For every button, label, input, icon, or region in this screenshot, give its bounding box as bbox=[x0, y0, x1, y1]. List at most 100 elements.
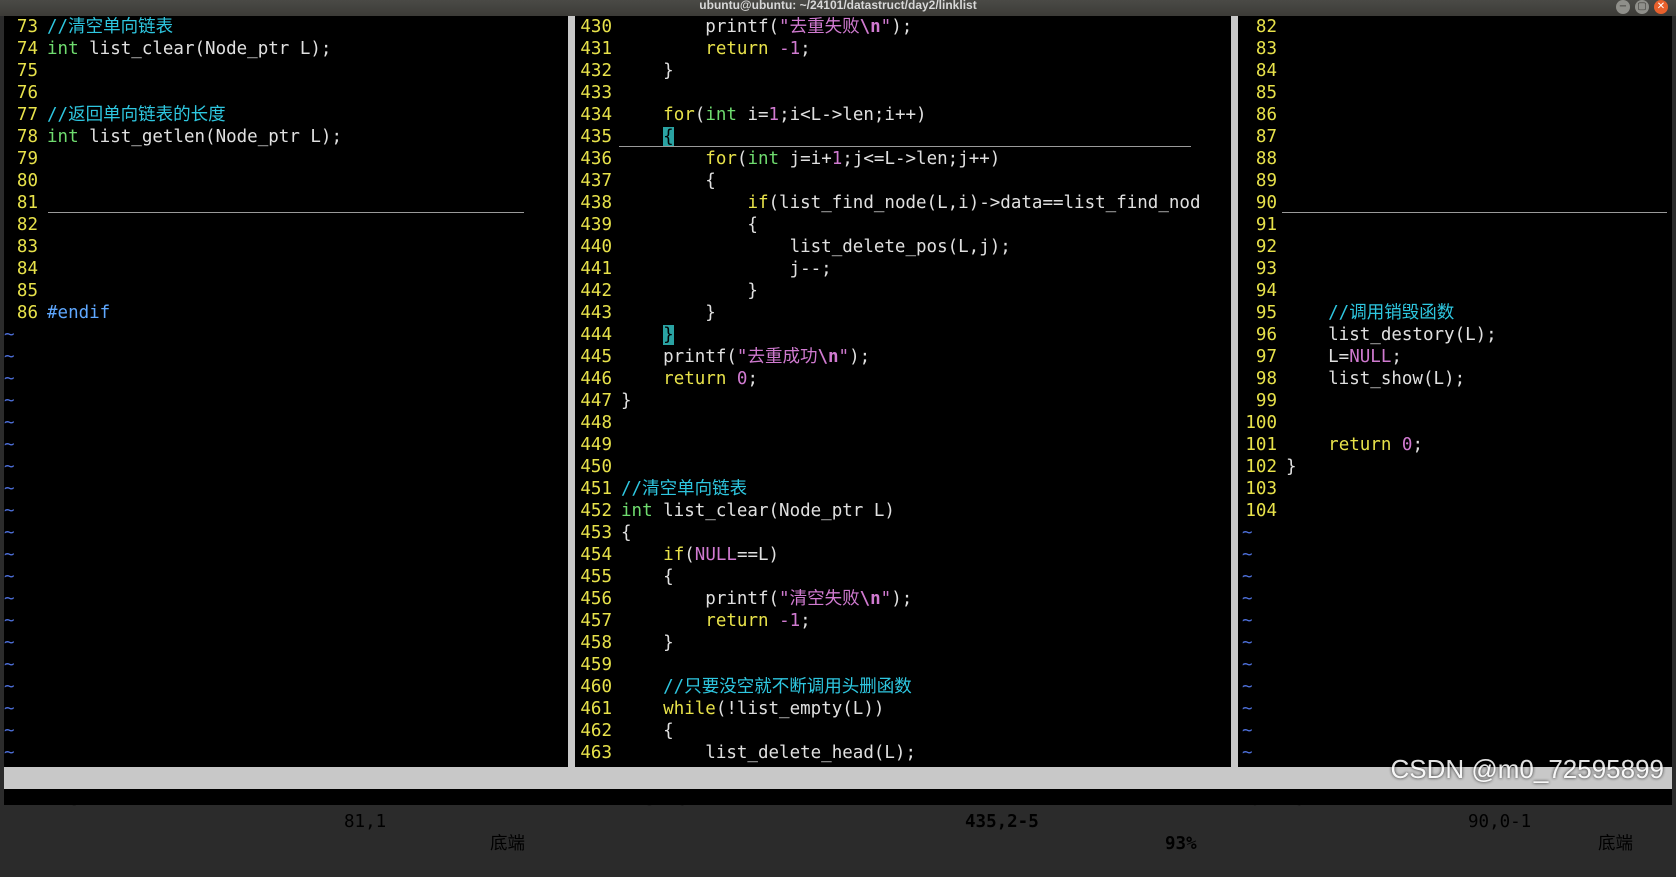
code-line[interactable]: 97 L=NULL; bbox=[1242, 346, 1402, 368]
code-line[interactable]: 452 int list_clear(Node_ptr L) bbox=[579, 500, 895, 522]
code-line[interactable]: 460 //只要没空就不断调用头删函数 bbox=[579, 676, 911, 698]
code-line[interactable]: 73 //清空单向链表 bbox=[4, 16, 173, 38]
line-number: 447 bbox=[580, 391, 612, 411]
empty-buffer-tilde: ~ bbox=[4, 545, 15, 565]
code-line[interactable]: 103 bbox=[1242, 478, 1286, 500]
code-line[interactable]: 94 bbox=[1242, 280, 1286, 302]
code-line[interactable]: 86 #endif bbox=[4, 302, 110, 324]
code-line[interactable]: 440 list_delete_pos(L,j); bbox=[579, 236, 1010, 258]
empty-buffer-tilde: ~ bbox=[4, 743, 15, 763]
code-line[interactable]: 80 bbox=[4, 170, 47, 192]
code-line[interactable]: 437 { bbox=[579, 170, 715, 192]
code-line[interactable]: 96 list_destory(L); bbox=[1242, 324, 1497, 346]
code-line[interactable]: 454 if(NULL==L) bbox=[579, 544, 779, 566]
minimize-button[interactable]: − bbox=[1616, 0, 1630, 14]
empty-buffer-tilde: ~ bbox=[4, 413, 15, 433]
code-line[interactable]: 76 bbox=[4, 82, 47, 104]
code-line[interactable]: 456 printf("清空失败\n"); bbox=[579, 588, 912, 610]
code-line[interactable]: 104 bbox=[1242, 500, 1286, 522]
status-cursor-position: 90,0-1 bbox=[1468, 812, 1532, 832]
editor-pane-main-c[interactable]: 82 83 84 85 86 87 88 89 90 91 92 93 94 95 //调用销毁函数 96 … bbox=[1242, 16, 1667, 767]
code-line[interactable]: 441 j--; bbox=[579, 258, 831, 280]
code-line[interactable]: 439 { bbox=[579, 214, 758, 236]
code-line[interactable]: 95 //调用销毁函数 bbox=[1242, 302, 1454, 324]
code-line[interactable]: 448 bbox=[579, 412, 621, 434]
matched-brace: { bbox=[663, 127, 674, 147]
code-line[interactable]: 92 bbox=[1242, 236, 1286, 258]
code-line[interactable]: 83 bbox=[4, 236, 47, 258]
code-line[interactable]: 79 bbox=[4, 148, 47, 170]
line-number: 462 bbox=[580, 721, 612, 741]
code-text: for(int i=1;i<L->len;i++) bbox=[621, 104, 926, 126]
code-line[interactable]: 102} bbox=[1242, 456, 1296, 478]
code-line[interactable]: 438 if(list_find_node(L,i)->data==list_f… bbox=[579, 192, 1200, 214]
code-line[interactable]: 436 for(int j=i+1;j<=L->len;j++) bbox=[579, 148, 1000, 170]
line-number: 91 bbox=[1255, 215, 1277, 235]
code-line[interactable]: 447} bbox=[579, 390, 631, 412]
code-line[interactable]: 83 bbox=[1242, 38, 1286, 60]
code-line[interactable]: 85 bbox=[1242, 82, 1286, 104]
status-filename: linklist.h bbox=[6, 790, 112, 810]
code-text: list_delete_head(L); bbox=[621, 742, 916, 764]
code-line[interactable]: 442 } bbox=[579, 280, 758, 302]
code-line[interactable]: 443 } bbox=[579, 302, 715, 324]
code-line[interactable]: 90 bbox=[1242, 192, 1286, 214]
code-line[interactable]: 82 bbox=[4, 214, 47, 236]
code-line[interactable]: 93 bbox=[1242, 258, 1286, 280]
code-line[interactable]: 434 for(int i=1;i<L->len;i++) bbox=[579, 104, 926, 126]
code-line[interactable]: 431 return -1; bbox=[579, 38, 810, 60]
code-line[interactable]: 99 bbox=[1242, 390, 1286, 412]
editor-pane-linklist-h[interactable]: 73//清空单向链表 74 int list_clear(Node_ptr L); 7… bbox=[4, 16, 568, 767]
maximize-button[interactable]: ▢ bbox=[1635, 0, 1649, 14]
code-line[interactable]: 98 list_show(L); bbox=[1242, 368, 1465, 390]
line-number: 74 bbox=[16, 39, 38, 59]
code-line[interactable]: 433 bbox=[579, 82, 621, 104]
code-token: } bbox=[621, 61, 674, 81]
code-line[interactable]: 444 } bbox=[579, 324, 674, 346]
code-line[interactable]: 91 bbox=[1242, 214, 1286, 236]
code-line[interactable]: 435 { bbox=[579, 126, 674, 148]
code-line[interactable]: 445 printf("去重成功\n"); bbox=[579, 346, 870, 368]
code-line[interactable]: 86 bbox=[1242, 104, 1286, 126]
line-number: 454 bbox=[580, 545, 612, 565]
code-line[interactable]: 453 { bbox=[579, 522, 631, 544]
code-line[interactable]: 78 int list_getlen(Node_ptr L); bbox=[4, 126, 342, 148]
status-cursor-position: 81,1 bbox=[344, 812, 387, 832]
vim-editor[interactable]: 73//清空单向链表 74 int list_clear(Node_ptr L); 7… bbox=[4, 16, 1672, 854]
code-line[interactable]: 446 return 0; bbox=[579, 368, 758, 390]
code-line[interactable]: 432 } bbox=[579, 60, 674, 82]
code-line[interactable]: 457 return -1; bbox=[579, 610, 810, 632]
code-line[interactable]: 449 bbox=[579, 434, 621, 456]
vertical-split-divider[interactable] bbox=[1231, 16, 1238, 789]
code-line[interactable]: 462 { bbox=[579, 720, 673, 742]
code-line[interactable]: 82 bbox=[1242, 16, 1286, 38]
empty-buffer-tilde: ~ bbox=[1242, 699, 1253, 719]
code-line[interactable]: 89 bbox=[1242, 170, 1286, 192]
code-line[interactable]: 87 bbox=[1242, 126, 1286, 148]
code-line[interactable]: 81 bbox=[4, 192, 47, 214]
code-line[interactable]: 459 bbox=[579, 654, 621, 676]
code-line[interactable]: 84 bbox=[1242, 60, 1286, 82]
code-line[interactable]: 461 while(!list_empty(L)) bbox=[579, 698, 884, 720]
code-line[interactable]: 85 bbox=[4, 280, 47, 302]
code-line[interactable]: 450 bbox=[579, 456, 621, 478]
code-line[interactable]: 84 bbox=[4, 258, 47, 280]
code-text: printf("去重成功\n"); bbox=[621, 346, 870, 368]
code-line[interactable]: 100 bbox=[1242, 412, 1286, 434]
code-line[interactable]: 88 bbox=[1242, 148, 1286, 170]
window-titlebar[interactable]: ubuntu@ubuntu: ~/24101/datastruct/day2/l… bbox=[0, 0, 1676, 16]
code-line[interactable]: 430 printf("去重失败\n"); bbox=[579, 16, 912, 38]
close-button[interactable]: ✕ bbox=[1654, 0, 1668, 14]
code-line[interactable]: 74 int list_clear(Node_ptr L); bbox=[4, 38, 332, 60]
code-line[interactable]: 463 list_delete_head(L); bbox=[579, 742, 916, 764]
code-line[interactable]: 77 //返回单向链表的长度 bbox=[4, 104, 226, 126]
line-number: 442 bbox=[580, 281, 612, 301]
code-line[interactable]: 75 bbox=[4, 60, 47, 82]
code-line[interactable]: 455 { bbox=[579, 566, 673, 588]
code-line[interactable]: 101 return 0; bbox=[1242, 434, 1423, 456]
code-line[interactable]: 458 } bbox=[579, 632, 673, 654]
code-line[interactable]: 451 //清空单向链表 bbox=[579, 478, 747, 500]
line-number: 446 bbox=[580, 369, 612, 389]
vertical-split-divider[interactable] bbox=[568, 16, 575, 789]
editor-pane-linklist-c[interactable]: 430 printf("去重失败\n"); 431 return -1; 432 }… bbox=[579, 16, 1231, 767]
